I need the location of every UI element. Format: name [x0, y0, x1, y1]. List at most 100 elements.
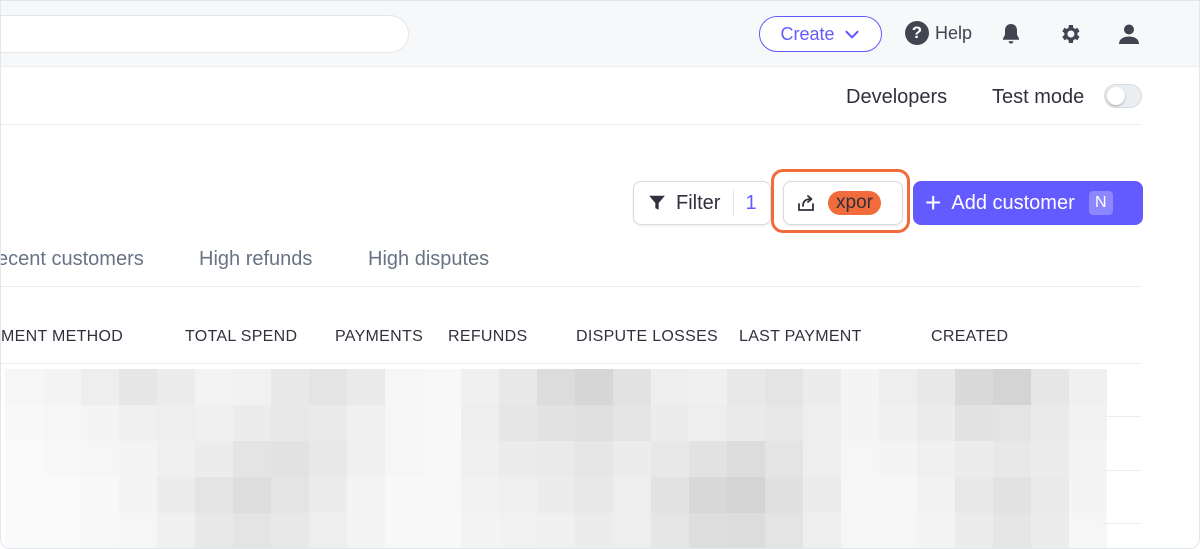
test-mode-label: Test mode — [992, 86, 1085, 108]
redacted-cell — [5, 405, 43, 441]
redacted-cell — [537, 441, 575, 477]
redacted-cell — [195, 441, 233, 477]
notifications-button[interactable] — [997, 20, 1025, 48]
redacted-cell — [271, 441, 309, 477]
filter-button[interactable]: Filter 1 — [633, 181, 771, 225]
redacted-cell — [347, 405, 385, 441]
redacted-cell — [765, 513, 803, 548]
tab-recent-customers[interactable]: ecent customers — [1, 248, 144, 271]
top-bar: Create ? Help — [1, 1, 1199, 67]
column-header-total-spend[interactable]: TOTAL SPEND — [185, 328, 297, 346]
redacted-cell — [119, 441, 157, 477]
redacted-cell — [841, 441, 879, 477]
redacted-cell — [461, 441, 499, 477]
redacted-cell — [993, 477, 1031, 513]
redacted-cell — [195, 513, 233, 548]
redacted-cell — [613, 369, 651, 405]
redacted-cell — [81, 477, 119, 513]
developers-link[interactable]: Developers — [846, 86, 947, 109]
redacted-cell — [233, 405, 271, 441]
redacted-cell — [157, 441, 195, 477]
redacted-cell — [233, 441, 271, 477]
redacted-cell — [1031, 369, 1069, 405]
column-header-last-payment[interactable]: LAST PAYMENT — [739, 328, 862, 346]
redacted-cell — [917, 477, 955, 513]
export-label: xpor — [828, 191, 881, 215]
redacted-cell — [765, 405, 803, 441]
redacted-cell — [385, 477, 423, 513]
filter-tabs: ecent customers High refunds High disput… — [1, 245, 1141, 287]
redacted-cell — [613, 441, 651, 477]
redacted-cell — [157, 369, 195, 405]
column-header-dispute-losses[interactable]: DISPUTE LOSSES — [576, 328, 718, 346]
redacted-cell — [955, 513, 993, 548]
redacted-cell — [5, 369, 43, 405]
create-label: Create — [780, 23, 835, 44]
redacted-cell — [651, 513, 689, 548]
divider — [733, 190, 735, 216]
app-window: Create ? Help Developers Test mode Filte… — [0, 0, 1200, 549]
column-header-created[interactable]: CREATED — [931, 328, 1008, 346]
redacted-cell — [575, 369, 613, 405]
search-input[interactable] — [1, 15, 409, 53]
redacted-cell — [727, 441, 765, 477]
redacted-cell — [651, 477, 689, 513]
redacted-cell — [43, 441, 81, 477]
redacted-cell — [461, 405, 499, 441]
redacted-cell — [423, 369, 461, 405]
redacted-cell — [233, 369, 271, 405]
redacted-cell — [1031, 477, 1069, 513]
redacted-cell — [765, 441, 803, 477]
redacted-cell — [157, 477, 195, 513]
redacted-cell — [537, 405, 575, 441]
help-button[interactable]: ? Help — [905, 21, 972, 45]
export-button[interactable]: xpor — [783, 181, 903, 225]
chevron-down-icon — [844, 30, 859, 39]
redacted-cell — [1069, 369, 1107, 405]
redacted-cell — [689, 441, 727, 477]
redacted-cell — [879, 405, 917, 441]
redacted-cell — [955, 405, 993, 441]
redacted-cell — [613, 477, 651, 513]
keyboard-shortcut-badge: N — [1088, 191, 1113, 215]
plus-icon: + — [925, 187, 942, 218]
redacted-cell — [119, 513, 157, 548]
test-mode-toggle[interactable] — [1104, 84, 1142, 108]
redacted-cell — [423, 405, 461, 441]
add-customer-button[interactable]: + Add customer N — [913, 181, 1143, 225]
redacted-cell — [43, 513, 81, 548]
redacted-cell — [1031, 441, 1069, 477]
redacted-cell — [727, 369, 765, 405]
tab-high-refunds[interactable]: High refunds — [199, 248, 312, 271]
redacted-cell — [917, 513, 955, 548]
redacted-cell — [195, 369, 233, 405]
filter-count: 1 — [745, 191, 757, 214]
redacted-cell — [803, 513, 841, 548]
column-header-payments[interactable]: PAYMENTS — [335, 328, 423, 346]
settings-button[interactable] — [1056, 20, 1084, 48]
redacted-cell — [841, 405, 879, 441]
account-button[interactable] — [1115, 20, 1143, 48]
redacted-cell — [423, 477, 461, 513]
gear-icon — [1062, 25, 1080, 43]
redacted-cell — [689, 405, 727, 441]
redacted-cell — [5, 513, 43, 548]
tab-high-disputes[interactable]: High disputes — [368, 248, 489, 271]
create-button[interactable]: Create — [759, 16, 882, 52]
redacted-cell — [271, 477, 309, 513]
user-icon — [1119, 24, 1139, 44]
redacted-cell — [309, 477, 347, 513]
redacted-cell — [1069, 405, 1107, 441]
column-header-refunds[interactable]: REFUNDS — [448, 328, 527, 346]
redacted-cell — [537, 369, 575, 405]
redacted-cell — [917, 405, 955, 441]
redacted-cell — [955, 369, 993, 405]
redacted-cell — [917, 369, 955, 405]
redacted-cell — [1031, 513, 1069, 548]
column-header-payment-method[interactable]: MENT METHOD — [1, 328, 123, 346]
redacted-cell — [689, 513, 727, 548]
row-divider — [1101, 470, 1141, 471]
redacted-cell — [1069, 477, 1107, 513]
redacted-cell — [233, 513, 271, 548]
redacted-cell — [43, 405, 81, 441]
